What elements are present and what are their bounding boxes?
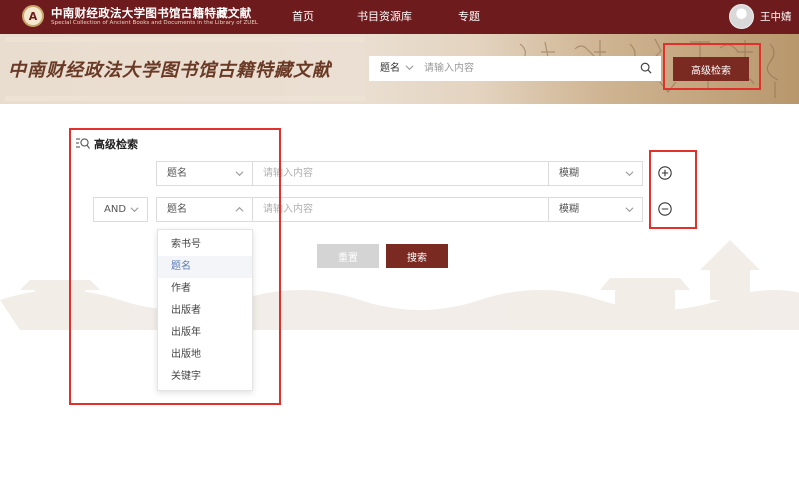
chevron-down-icon [235, 171, 244, 177]
dropdown-option-call-number[interactable]: 索书号 [158, 234, 252, 256]
logo-title[interactable]: 中南财经政法大学图书馆古籍特藏文献 [51, 5, 252, 21]
row2-operator-value: AND [104, 204, 127, 215]
chevron-down-icon [130, 207, 139, 213]
row1-match-select[interactable]: 模糊 [548, 161, 643, 186]
banner-title: 中南财经政法大学图书馆古籍特藏文献 [8, 60, 331, 81]
row1-keyword-input[interactable] [253, 161, 548, 186]
dropdown-option-publish-year[interactable]: 出版年 [158, 322, 252, 344]
top-navigation-bar: A 中南财经政法大学图书馆古籍特藏文献 Special Collection o… [0, 0, 799, 34]
remove-row-icon[interactable] [658, 202, 672, 216]
advanced-search-icon [76, 138, 90, 149]
row1-match-value: 模糊 [559, 168, 579, 179]
chevron-down-icon [625, 207, 634, 213]
user-avatar[interactable] [729, 4, 754, 29]
advanced-search-title: 高级检索 [94, 138, 138, 151]
row2-match-select[interactable]: 模糊 [548, 197, 643, 222]
row2-field-select[interactable]: 题名 [156, 197, 253, 222]
chevron-down-icon [625, 171, 634, 177]
row2-match-value: 模糊 [559, 204, 579, 215]
dropdown-option-publish-place[interactable]: 出版地 [158, 344, 252, 366]
dropdown-option-title[interactable]: 题名 [158, 256, 252, 278]
advanced-search-button[interactable]: 高级检索 [673, 57, 749, 81]
nav-catalog-database[interactable]: 书目资源库 [357, 0, 412, 34]
row2-operator-select[interactable]: AND [93, 197, 148, 222]
username[interactable]: 王中婧 [760, 0, 792, 34]
logo-subtitle: Special Collection of Ancient Books and … [51, 20, 259, 26]
nav-topics[interactable]: 专题 [458, 0, 480, 34]
dropdown-option-author[interactable]: 作者 [158, 278, 252, 300]
row1-field-select[interactable]: 题名 [156, 161, 253, 186]
highlight-box [649, 150, 697, 229]
dropdown-option-publisher[interactable]: 出版者 [158, 300, 252, 322]
reset-button[interactable]: 重置 [317, 244, 379, 268]
quick-search-input[interactable] [424, 59, 629, 78]
dropdown-option-keyword[interactable]: 关键字 [158, 366, 252, 388]
chevron-down-icon[interactable] [405, 63, 414, 72]
row1-field-value: 题名 [167, 168, 187, 179]
search-icon[interactable] [640, 62, 652, 74]
library-logo-icon[interactable]: A [22, 5, 44, 27]
chevron-up-icon [235, 206, 244, 212]
quick-search-box: 题名 [369, 56, 661, 81]
add-row-icon[interactable] [658, 166, 672, 180]
search-button[interactable]: 搜索 [386, 244, 448, 268]
search-field-select[interactable]: 题名 [380, 56, 400, 81]
row2-keyword-input[interactable] [253, 197, 548, 222]
nav-home[interactable]: 首页 [292, 0, 314, 34]
field-dropdown-menu: 索书号 题名 作者 出版者 出版年 出版地 关键字 [157, 229, 253, 391]
row2-field-value: 题名 [167, 204, 187, 215]
